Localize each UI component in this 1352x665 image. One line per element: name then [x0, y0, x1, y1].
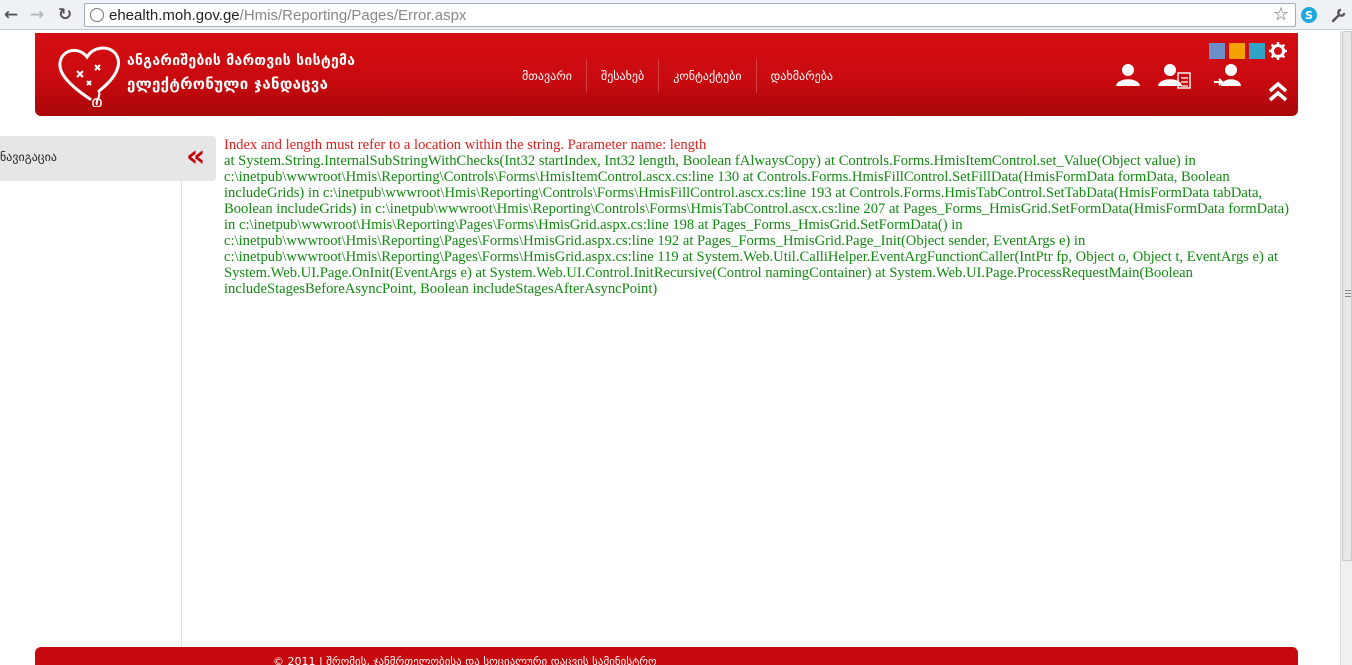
menu-item-contacts[interactable]: კონტაქტები: [659, 59, 757, 93]
gear-icon[interactable]: [1269, 42, 1287, 60]
error-message: Index and length must refer to a locatio…: [224, 137, 707, 153]
site-footer: © 2011 | შრომის, ჯანმრთელობისა და სოციალ…: [35, 647, 1298, 665]
page-scrollbar[interactable]: [1340, 31, 1352, 665]
theme-tile-blue[interactable]: [1209, 43, 1225, 59]
sidebar-divider: [181, 181, 182, 647]
globe-icon: [90, 8, 104, 22]
navigation-label: ნავიგაცია: [0, 150, 57, 164]
collapse-sidebar-icon[interactable]: «: [186, 142, 206, 172]
stack-trace: at System.String.InternalSubStringWithCh…: [224, 153, 1290, 297]
user-login-icon[interactable]: [1213, 63, 1243, 89]
user-list-icon[interactable]: [1158, 63, 1192, 89]
address-bar[interactable]: ehealth.moh.gov.ge/Hmis/Reporting/Pages/…: [84, 3, 1296, 27]
site-header: ანგარიშების მართვის სისტემა ელექტრონული …: [35, 33, 1298, 116]
theme-tile-teal[interactable]: [1249, 43, 1265, 59]
theme-tile-orange[interactable]: [1229, 43, 1245, 59]
menu-item-about[interactable]: შესახებ: [587, 59, 660, 93]
menu-item-help[interactable]: დახმარება: [757, 59, 848, 93]
heart-logo-icon[interactable]: [53, 41, 127, 107]
chevron-double-up-icon[interactable]: [1268, 81, 1288, 103]
reload-icon[interactable]: ↻: [54, 4, 76, 26]
browser-toolbar: ← → ↻ ehealth.moh.gov.ge/Hmis/Reporting/…: [0, 0, 1352, 30]
svg-text:S: S: [1305, 9, 1313, 22]
error-content: Index and length must refer to a locatio…: [224, 137, 1292, 297]
forward-arrow-icon[interactable]: →: [26, 4, 48, 26]
bookmark-star-icon[interactable]: ☆: [1273, 4, 1289, 25]
system-subtitle: ელექტრონული ჯანდაცვა: [127, 75, 329, 93]
scrollbar-thumb[interactable]: [1342, 31, 1352, 561]
menu-item-home[interactable]: მთავარი: [508, 59, 587, 93]
back-arrow-icon[interactable]: ←: [0, 4, 22, 26]
user-icon[interactable]: [1115, 63, 1141, 87]
system-title: ანგარიშების მართვის სისტემა: [127, 53, 356, 69]
wrench-icon[interactable]: [1329, 5, 1349, 25]
footer-copyright: © 2011 | შრომის, ჯანმრთელობისა და სოციალ…: [273, 655, 657, 665]
url-text: ehealth.moh.gov.ge/Hmis/Reporting/Pages/…: [109, 7, 467, 24]
navigation-panel-tab[interactable]: ნავიგაცია «: [0, 136, 216, 181]
skype-extension-icon[interactable]: S: [1299, 5, 1319, 25]
main-menu: მთავარი შესახებ კონტაქტები დახმარება: [508, 59, 847, 93]
